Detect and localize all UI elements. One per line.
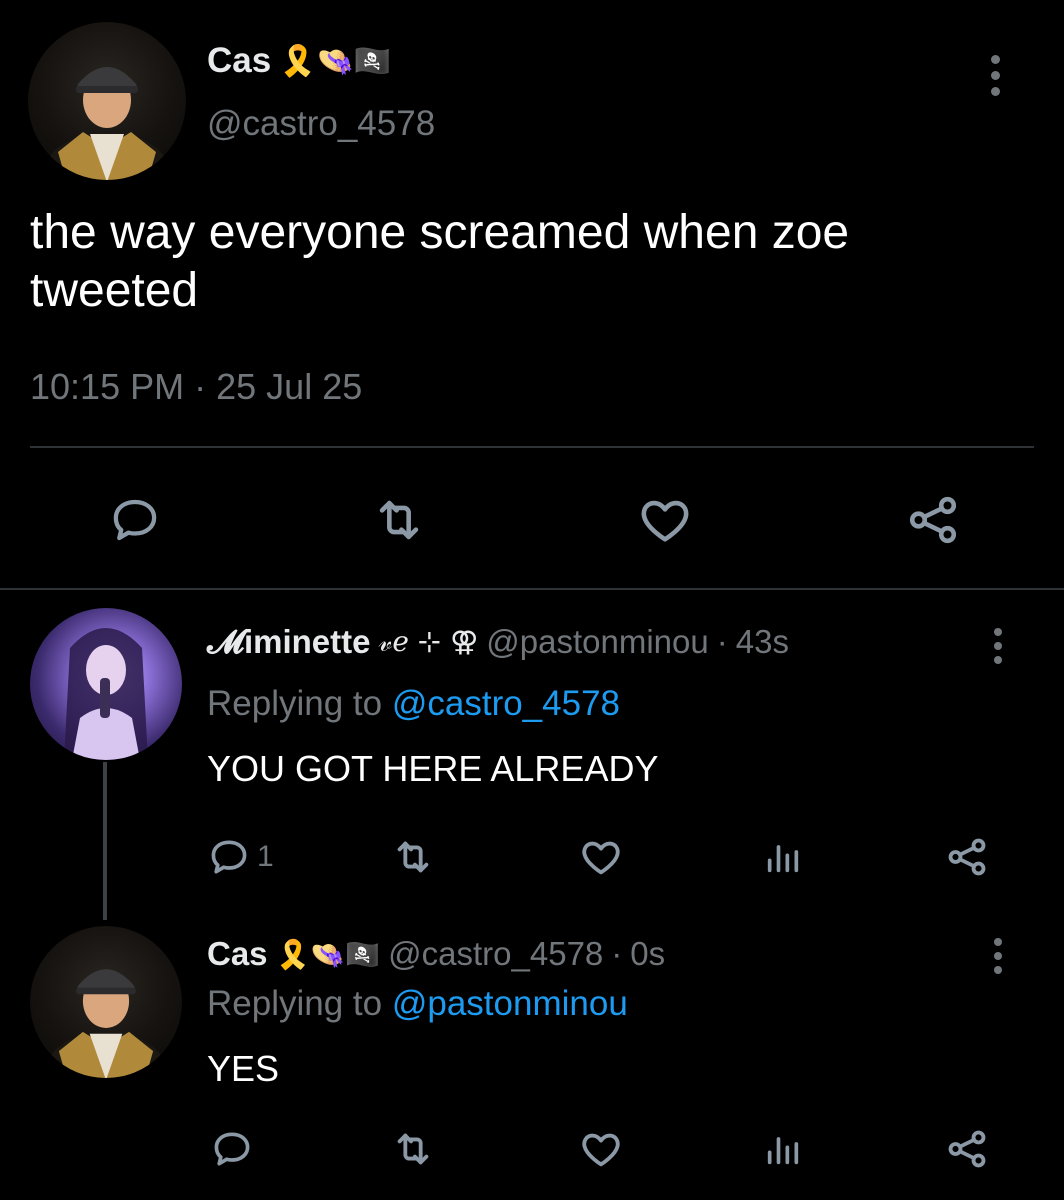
views-button[interactable] (758, 1124, 808, 1174)
share-icon (909, 496, 957, 544)
like-button[interactable] (630, 490, 700, 550)
replying-label: Replying to (207, 684, 383, 723)
share-icon (948, 838, 986, 876)
author-name-row: Cas 🎗️👒🏴‍☠️ (207, 40, 391, 82)
reply-button[interactable] (207, 1124, 257, 1174)
tweet-text: the way everyone screamed when zoe tweet… (30, 206, 850, 317)
views-button[interactable] (758, 832, 808, 882)
retweet-button[interactable] (364, 490, 434, 550)
share-button[interactable] (942, 832, 992, 882)
reply-age[interactable]: 43s (736, 623, 789, 661)
reply-count: 1 (257, 840, 274, 873)
views-icon (767, 1137, 799, 1165)
share-icon (948, 1130, 986, 1168)
separator: · (716, 623, 728, 660)
like-icon (641, 500, 689, 542)
reply-icon (113, 499, 157, 541)
divider (30, 446, 1034, 448)
replying-handle-link[interactable]: @pastonminou (392, 984, 628, 1023)
reply-icon (214, 1132, 250, 1166)
tweet-date[interactable]: 25 Jul 25 (216, 366, 362, 407)
views-icon (767, 845, 799, 873)
name-emojis: 🎗️👒🏴‍☠️ (279, 43, 392, 79)
retweet-icon (379, 500, 419, 540)
divider (0, 588, 1064, 590)
share-button[interactable] (942, 1124, 992, 1174)
replying-to: Replying to @castro_4578 (207, 684, 620, 724)
reply-button[interactable] (100, 490, 170, 550)
replying-handle-link[interactable]: @castro_4578 (392, 684, 620, 723)
more-icon[interactable] (994, 628, 1002, 664)
handle[interactable]: @pastonminou (486, 623, 708, 661)
more-icon[interactable] (994, 938, 1002, 974)
replying-label: Replying to (207, 984, 383, 1023)
reply-header: 𝓜iminette 𝓋ℯ ⊹ ⚢ @pastonminou · 43s (207, 620, 789, 664)
display-name[interactable]: 𝓜iminette (207, 623, 370, 662)
reply-header: Cas 🎗️👒🏴‍☠️ @castro_4578 · 0s (207, 932, 665, 976)
display-name[interactable]: Cas (207, 935, 268, 973)
handle[interactable]: @castro_4578 (207, 104, 435, 144)
display-name[interactable]: Cas (207, 41, 271, 81)
like-button[interactable] (576, 832, 626, 882)
more-icon[interactable] (991, 55, 1000, 96)
handle[interactable]: @castro_4578 (388, 935, 603, 973)
reply-button[interactable]: 1 (207, 832, 274, 882)
retweet-icon (397, 1133, 429, 1165)
name-symbols: 𝓋ℯ ⊹ ⚢ (378, 625, 479, 658)
name-emojis: 🎗️👒🏴‍☠️ (275, 937, 381, 971)
retweet-icon (397, 841, 429, 873)
timestamp: 10:15 PM · 25 Jul 25 (30, 366, 362, 408)
reply-icon (211, 840, 247, 874)
reply-text: YES (207, 1048, 280, 1089)
tweet-time[interactable]: 10:15 PM (30, 366, 184, 407)
avatar[interactable] (30, 608, 182, 760)
like-icon (582, 841, 620, 875)
like-button[interactable] (576, 1124, 626, 1174)
share-button[interactable] (898, 490, 968, 550)
retweet-button[interactable] (388, 1124, 438, 1174)
reply-age[interactable]: 0s (630, 935, 665, 973)
reply-text: YOU GOT HERE ALREADY (207, 748, 659, 789)
timestamp-separator: · (194, 366, 207, 407)
avatar[interactable] (28, 22, 186, 180)
replying-to: Replying to @pastonminou (207, 984, 628, 1024)
like-icon (582, 1133, 620, 1167)
separator: · (611, 935, 623, 972)
thread-line (103, 762, 107, 920)
avatar[interactable] (30, 926, 182, 1078)
retweet-button[interactable] (388, 832, 438, 882)
